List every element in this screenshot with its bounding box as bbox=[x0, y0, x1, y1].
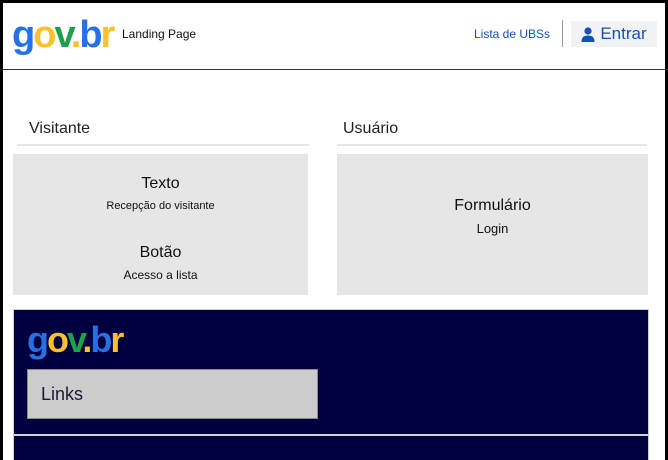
texto-subtitle: Recepção do visitante bbox=[106, 200, 215, 212]
header-divider bbox=[562, 20, 563, 47]
links-label: Links bbox=[41, 384, 84, 404]
login-button-label: Entrar bbox=[600, 24, 647, 43]
visitante-rule bbox=[17, 144, 309, 146]
visitante-heading: Visitante bbox=[29, 120, 91, 137]
usuario-heading: Usuário bbox=[343, 120, 399, 137]
form-title: Formulário bbox=[454, 197, 531, 214]
usuario-card[interactable]: Formulário Login bbox=[337, 154, 648, 295]
login-button[interactable]: Entrar bbox=[571, 21, 657, 47]
links-box[interactable]: Links bbox=[27, 369, 318, 419]
page: gov.br Landing Page Lista de UBSs Entrar… bbox=[3, 3, 665, 460]
botao-title[interactable]: Botão bbox=[13, 244, 308, 262]
page-title: Landing Page bbox=[122, 27, 197, 41]
footer-divider bbox=[14, 434, 648, 436]
footer: gov.br Links bbox=[13, 309, 649, 460]
visitante-card: Texto Recepção do visitante Botão Acesso… bbox=[13, 154, 308, 295]
botao-subtitle[interactable]: Acesso a lista bbox=[13, 268, 308, 282]
footer-govbr-logo[interactable]: gov.br bbox=[27, 319, 124, 361]
texto-title: Texto bbox=[141, 175, 180, 192]
form-subtitle: Login bbox=[476, 221, 509, 236]
ubs-list-link[interactable]: Lista de UBSs bbox=[474, 27, 550, 41]
govbr-logo[interactable]: gov.br bbox=[12, 13, 115, 57]
header: gov.br Landing Page Lista de UBSs Entrar bbox=[3, 3, 665, 70]
usuario-rule bbox=[337, 144, 647, 146]
user-icon bbox=[581, 26, 595, 42]
